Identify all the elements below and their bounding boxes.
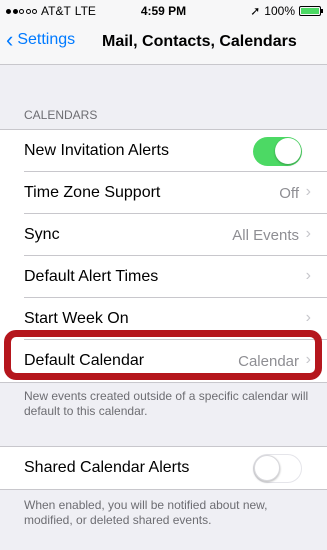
row-value: Off: [279, 185, 299, 202]
row-label: Default Alert Times: [24, 268, 159, 285]
row-default-alert-times[interactable]: Default Alert Times ›: [0, 256, 327, 298]
new-invitation-alerts-toggle[interactable]: [253, 137, 302, 166]
battery-percent: 100%: [264, 4, 295, 18]
status-bar: AT&T LTE 4:59 PM ➚ 100%: [0, 0, 327, 20]
row-value: All Events: [232, 227, 299, 244]
row-label: New Invitation Alerts: [24, 142, 169, 159]
chevron-right-icon: ›: [305, 267, 311, 284]
row-label: Time Zone Support: [24, 184, 161, 201]
status-right: ➚ 100%: [250, 4, 323, 18]
default-calendar-footer: New events created outside of a specific…: [24, 389, 309, 418]
row-sync[interactable]: Sync All Events ›: [0, 214, 327, 256]
row-label: Shared Calendar Alerts: [24, 459, 190, 476]
back-button-label: Settings: [17, 31, 76, 48]
battery-icon: [299, 6, 323, 16]
section-header-calendars: CALENDARS: [24, 108, 98, 122]
highlight-box: [4, 330, 322, 380]
chevron-right-icon: ›: [305, 183, 311, 200]
row-time-zone-support[interactable]: Time Zone Support Off ›: [0, 172, 327, 214]
navigation-bar: ‹ Settings Mail, Contacts, Calendars: [0, 20, 327, 65]
row-label: Sync: [24, 226, 60, 243]
shared-alerts-group: Shared Calendar Alerts: [0, 446, 327, 490]
location-arrow-icon: ➚: [250, 4, 261, 18]
back-button[interactable]: ‹ Settings: [6, 27, 76, 52]
shared-alerts-footer: When enabled, you will be notified about…: [24, 498, 268, 527]
row-label: Start Week On: [24, 310, 129, 327]
page-title: Mail, Contacts, Calendars: [102, 33, 297, 50]
chevron-left-icon: ‹: [6, 27, 14, 52]
row-new-invitation-alerts: New Invitation Alerts: [0, 130, 327, 172]
chevron-right-icon: ›: [305, 309, 311, 326]
shared-calendar-alerts-toggle[interactable]: [253, 454, 302, 483]
chevron-right-icon: ›: [305, 225, 311, 242]
row-shared-calendar-alerts: Shared Calendar Alerts: [0, 447, 327, 489]
